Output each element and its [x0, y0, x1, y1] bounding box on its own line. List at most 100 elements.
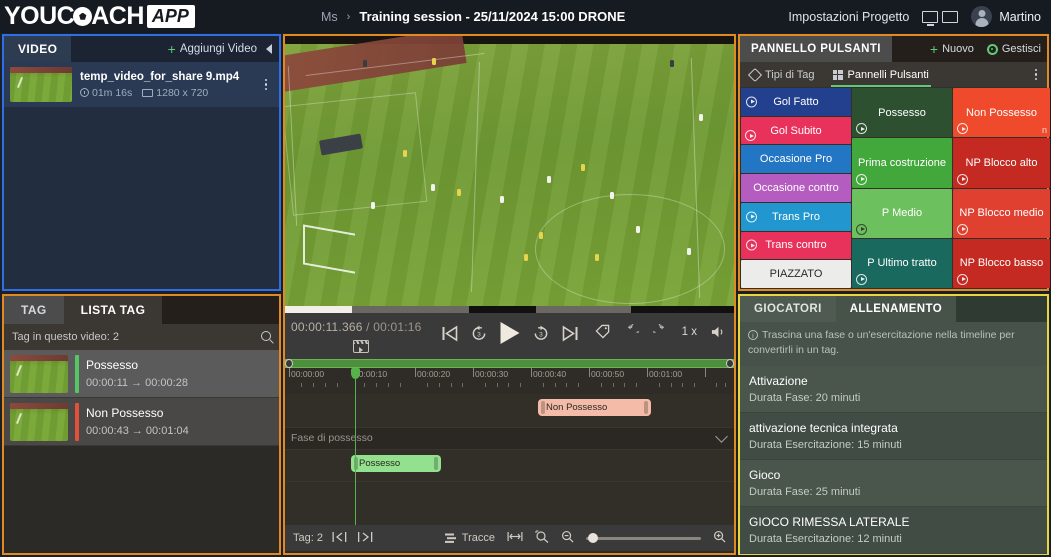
next-tag-icon[interactable] — [357, 531, 373, 546]
tag-button-occasione-contro[interactable]: Occasione contro — [741, 174, 851, 202]
breadcrumb-root[interactable]: Ms — [321, 10, 338, 24]
ruler-label: 00:00:50 — [591, 369, 625, 379]
timeline-tracks[interactable]: Non Possesso Fase di possesso Possesso — [285, 394, 734, 530]
tab-giocatori[interactable]: GIOCATORI — [740, 296, 836, 322]
tag-button-prima-costruzione[interactable]: Prima costruzione — [852, 138, 952, 188]
tag-button-p-medio[interactable]: P Medio — [852, 188, 952, 238]
video-panel-actions: + Aggiungi Video — [168, 42, 279, 56]
training-list-item[interactable]: attivazione tecnica integrata Durata Ese… — [740, 413, 1047, 461]
undo-icon[interactable] — [624, 324, 639, 339]
tag-button-gol-subito[interactable]: Gol Subito — [741, 116, 851, 145]
project-settings-link[interactable]: Impostazioni Progetto — [788, 10, 909, 24]
user-menu[interactable]: Martino — [971, 6, 1041, 27]
timeline-clip[interactable]: Non Possesso — [538, 399, 651, 416]
forward-3-seconds-icon[interactable]: 3 — [532, 325, 549, 342]
timeline-track-row[interactable]: Non Possesso — [285, 394, 734, 428]
playhead[interactable] — [351, 368, 360, 542]
subtab-tipi-di-tag[interactable]: Tipi di Tag — [747, 62, 815, 87]
redo-icon[interactable] — [652, 324, 668, 339]
zoom-out-icon[interactable] — [561, 530, 574, 546]
monitor-icon[interactable] — [922, 10, 939, 26]
button-panel-menu-icon[interactable] — [1034, 68, 1037, 81]
video-duration: 01m 16s — [80, 87, 132, 99]
play-icon — [856, 173, 867, 185]
timeline-track-row[interactable]: Possesso — [285, 450, 734, 482]
display-mode-group[interactable] — [922, 10, 959, 26]
training-list-item[interactable]: GIOCO RIMESSA LATERALE Durata Esercitazi… — [740, 507, 1047, 555]
video-stage[interactable] — [285, 36, 734, 306]
subtab-pannelli-pulsanti-label: Pannelli Pulsanti — [847, 68, 929, 81]
clip-handle-left[interactable] — [541, 401, 545, 414]
skip-previous-icon[interactable] — [441, 325, 457, 342]
tag-button-occasione-pro[interactable]: Occasione Pro — [741, 145, 851, 174]
range-handle-right[interactable] — [726, 359, 734, 368]
timeline-clip[interactable]: Possesso — [351, 455, 441, 472]
tag-button-piazzato[interactable]: PIAZZATO — [741, 260, 851, 289]
manage-panels-button[interactable]: Gestisci — [986, 43, 1041, 55]
tag-list-item[interactable]: Possesso 00:00:11 → 00:00:28 — [4, 350, 279, 398]
training-list-item[interactable]: Attivazione Durata Fase: 20 minuti — [740, 366, 1047, 414]
tag-item-info: Non Possesso 00:00:43 → 00:01:04 — [86, 406, 273, 437]
fit-width-icon[interactable] — [507, 531, 523, 545]
training-list-item[interactable]: Gioco Durata Fase: 25 minuti — [740, 460, 1047, 508]
video-list-item[interactable]: temp_video_for_share 9.mp4 01m 16s 1280 … — [4, 62, 279, 107]
tracks-button[interactable]: Tracce — [444, 532, 495, 544]
skip-next-icon[interactable] — [562, 325, 578, 342]
tag-button-label: NP Blocco alto — [965, 156, 1038, 169]
tag-type-icon — [747, 67, 763, 82]
tag-thumbnail — [10, 354, 68, 393]
tag-search-button[interactable] — [261, 330, 271, 344]
tag-button-np-blocco-medio[interactable]: NP Blocco medio — [953, 188, 1050, 238]
chevron-down-icon[interactable] — [715, 430, 728, 443]
screen-icon[interactable] — [942, 10, 959, 23]
training-panel-tabs: GIOCATORI ALLENAMENTO — [740, 296, 1047, 322]
total-time: 00:01:16 — [373, 320, 422, 334]
rewind-3-seconds-icon[interactable]: 3 — [470, 325, 487, 342]
ruler-label: 00:00:20 — [417, 369, 451, 379]
tag-button-np-blocco-alto[interactable]: NP Blocco alto — [953, 138, 1050, 188]
tag-button-non-possesso[interactable]: Non Possesso n — [953, 88, 1050, 138]
volume-icon[interactable] — [711, 325, 726, 339]
tab-allenamento[interactable]: ALLENAMENTO — [835, 296, 957, 322]
tab-tag[interactable]: TAG — [4, 296, 64, 324]
play-button[interactable] — [500, 322, 519, 344]
tag-button-label: Trans contro — [765, 239, 827, 252]
video-item-menu-icon[interactable] — [259, 78, 273, 91]
app-logo[interactable]: YOUC ACH APP — [0, 0, 246, 33]
tag-button-trans-contro[interactable]: Trans contro — [741, 231, 851, 260]
playhead-knob[interactable] — [351, 368, 360, 379]
zoom-slider[interactable] — [586, 533, 701, 543]
zoom-slider-knob[interactable] — [588, 533, 598, 543]
clip-handle-right[interactable] — [434, 457, 438, 470]
timeline-range-bar[interactable] — [285, 359, 734, 368]
tag-button-possesso[interactable]: Possesso — [852, 88, 952, 138]
add-video-button[interactable]: + Aggiungi Video — [168, 42, 257, 56]
tag-icon[interactable] — [595, 324, 610, 339]
tag-button-p-ultimo-tratto[interactable]: P Ultimo tratto — [852, 238, 952, 288]
tab-lista-tag[interactable]: LISTA TAG — [63, 296, 163, 324]
button-column-3: Non Possesso n NP Blocco alto NP Blocco … — [953, 88, 1050, 288]
button-column-1: Gol Fatto Gol Subito Occasione Pro Occas… — [741, 88, 851, 289]
button-grid: Gol Fatto Gol Subito Occasione Pro Occas… — [740, 87, 1050, 289]
video-progress-bar[interactable] — [285, 306, 734, 313]
tag-button-label: NP Blocco medio — [959, 207, 1044, 220]
subtab-pannelli-pulsanti[interactable]: Pannelli Pulsanti — [830, 62, 932, 87]
logo-text-secondary: ACH — [91, 2, 144, 30]
tag-button-np-blocco-basso[interactable]: NP Blocco basso — [953, 238, 1050, 288]
range-handle-left[interactable] — [285, 359, 293, 368]
tag-button-gol-fatto[interactable]: Gol Fatto — [741, 88, 851, 116]
zoom-in-icon[interactable] — [713, 530, 726, 546]
clip-handle-right[interactable] — [644, 401, 648, 414]
new-panel-button[interactable]: + Nuovo — [930, 42, 974, 56]
timeline-track-empty[interactable] — [285, 482, 734, 530]
tag-button-trans-pro[interactable]: Trans Pro — [741, 202, 851, 231]
tag-list-item[interactable]: Non Possesso 00:00:43 → 00:01:04 — [4, 398, 279, 446]
timeline-track-header[interactable]: Fase di possesso — [285, 428, 734, 450]
zoom-selection-icon[interactable] — [535, 530, 549, 546]
top-bar-right: Impostazioni Progetto Martino — [788, 6, 1051, 27]
clapperboard-icon[interactable] — [353, 340, 369, 353]
collapse-panel-icon[interactable] — [266, 44, 272, 54]
playback-rate[interactable]: 1 x — [682, 326, 697, 338]
prev-tag-icon[interactable] — [332, 531, 348, 546]
timeline[interactable]: 00:00:00 00:00:10 00:00:20 00:00:30 00:0… — [285, 359, 734, 551]
